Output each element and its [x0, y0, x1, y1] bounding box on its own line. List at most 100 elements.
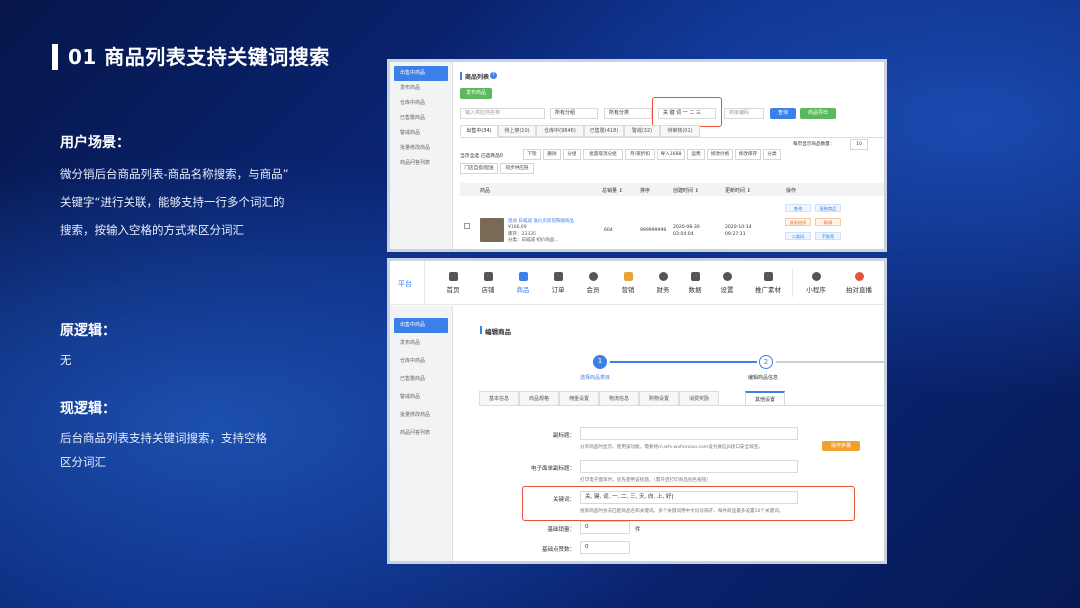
batch-ungroup-button[interactable]: 批量取消分组	[583, 149, 623, 160]
keyword-input[interactable]: 关, 键, 词, 一, 二, 三, 天, 向, 上, 好|	[580, 491, 798, 504]
edit-button[interactable]: 编辑	[815, 218, 841, 226]
sidebar-item-alert[interactable]: 警戒商品	[390, 126, 452, 141]
nav-members[interactable]: 会员	[578, 272, 608, 294]
col-updated[interactable]: 更新时间 ↕	[725, 187, 751, 194]
product-name-link[interactable]: 现动 日威减 低价买初现铁腿商品	[508, 218, 574, 224]
tab-commission[interactable]: 佣金设置	[559, 391, 599, 406]
sidebar-item-alert[interactable]: 警戒商品	[390, 390, 452, 405]
sidebar-item-publish[interactable]: 发布商品	[390, 81, 452, 96]
col-created[interactable]: 创建时间 ↕	[673, 187, 699, 194]
tab-alert[interactable]: 警戒(32)	[624, 125, 660, 137]
discount-button[interactable]: 月/夜折扣	[625, 149, 655, 160]
edit-stock-button[interactable]: 修改库存	[735, 149, 761, 160]
delist-button[interactable]: 下架	[523, 149, 541, 160]
publish-button[interactable]: 发布商品	[460, 88, 492, 99]
nav-products[interactable]: 商品	[508, 272, 538, 294]
tab-purchase[interactable]: 购物设置	[639, 391, 679, 406]
einvoice-input[interactable]	[580, 460, 798, 473]
tab-other-settings[interactable]: 其他设置	[745, 391, 785, 406]
row-checkbox[interactable]	[464, 223, 470, 229]
tab-warehouse[interactable]: 仓库中(9846)	[536, 125, 584, 137]
category-button[interactable]: 分类	[763, 149, 781, 160]
header-accent	[480, 326, 482, 334]
old-logic-section: 原逻辑： 无	[60, 320, 330, 372]
sidebar-item-qa[interactable]: 商品问答列表	[390, 156, 452, 171]
import-1688-button[interactable]: 导入1688	[657, 149, 685, 160]
tab-on-sale[interactable]: 出售中(34)	[460, 125, 498, 137]
sync-supply-button[interactable]: 同步供应链	[500, 163, 534, 174]
base-sales-input[interactable]: 0	[580, 521, 630, 534]
select-all-checkbox[interactable]: 当页全选 已选商品0	[460, 152, 503, 159]
sidebar-item-warehouse[interactable]: 仓库中商品	[390, 354, 452, 369]
nav-divider	[792, 269, 793, 297]
nav-orders[interactable]: 订单	[543, 272, 573, 294]
page-size-label: 每页显示商品数量：	[793, 142, 835, 147]
sidebar-item-batch-edit[interactable]: 批量修改商品	[390, 141, 452, 156]
share-icon	[763, 272, 773, 281]
order-icon	[553, 272, 563, 281]
sidebar-item-publish[interactable]: 发布商品	[390, 336, 452, 351]
sidebar-item-batch-edit[interactable]: 批量修改商品	[390, 408, 452, 423]
nav-label: 订单	[551, 286, 565, 294]
group-button[interactable]: 分组	[563, 149, 581, 160]
nav-promo[interactable]: 推广素材	[750, 272, 786, 294]
group-select[interactable]: 所有分组	[550, 108, 598, 119]
nav-live[interactable]: 拍对直播	[840, 272, 878, 294]
view-button[interactable]: 查询	[785, 204, 811, 212]
tab-spec[interactable]: 商品规格	[519, 391, 559, 406]
merchant-code-input[interactable]: 商家编码	[724, 108, 764, 119]
old-logic-text: 无	[60, 353, 72, 367]
sidebar-item-sold-out[interactable]: 已售罄商品	[390, 372, 452, 387]
new-logic-section: 现逻辑： 后台商品列表支持关键词搜索，支持空格 区分词汇	[60, 398, 330, 474]
keyword-search-input[interactable]: 关 键 词 一 二 三	[658, 108, 716, 119]
no-recommend-button[interactable]: 不推荐	[815, 232, 841, 240]
product-group: 分类：日威减 初价商品...	[508, 238, 559, 243]
category-select[interactable]: 所有分类	[604, 108, 652, 119]
scene-section: 用户场景： 微分销后台商品列表-商品名称搜索，与商品” 关键字“进行关联，能够支…	[60, 132, 330, 244]
einvoice-hint: 打印电子面单时，优先使用该标题。（需开启打印商品别名按钮）	[580, 478, 711, 483]
sidebar-item-on-sale[interactable]: 出售中商品	[394, 318, 448, 333]
supplier-search-input[interactable]: 输入供应商名称	[460, 108, 545, 119]
nav-shop[interactable]: 店铺	[473, 272, 503, 294]
tab-sold-out[interactable]: 已售罄(418)	[584, 125, 624, 137]
tab-review[interactable]: 待审核(01)	[660, 125, 700, 137]
steps-button[interactable]: 操作步骤	[822, 441, 860, 451]
export-button[interactable]: 商品导出	[800, 108, 836, 119]
help-icon[interactable]: ?	[490, 72, 497, 79]
subtitle-input[interactable]	[580, 427, 798, 440]
copy-link-button[interactable]: 复制链接	[785, 218, 811, 226]
gear-icon	[722, 272, 732, 281]
shipping-button[interactable]: 运费	[687, 149, 705, 160]
table-row: 现动 日威减 低价买初现铁腿商品 ¥166.69 库存：23335 分类：日威减…	[460, 198, 884, 249]
einvoice-label: 电子面单副标题：	[530, 466, 575, 472]
nav-marketing[interactable]: 营销	[613, 272, 643, 294]
product-price: ¥166.69	[508, 225, 527, 230]
page-size-select[interactable]: 10	[850, 139, 868, 150]
step-1-label: 选择商品类目	[580, 375, 611, 381]
nav-label: 拍对直播	[846, 286, 872, 294]
copy-product-button[interactable]: 复制商品	[815, 204, 841, 212]
nav-settings[interactable]: 设置	[712, 272, 742, 294]
query-button[interactable]: 查询	[770, 108, 796, 119]
delete-button[interactable]: 删除	[543, 149, 561, 160]
sidebar-item-qa[interactable]: 商品问答列表	[390, 426, 452, 441]
table-header: 商品 总销量 ↕ 排序 创建时间 ↕ 更新时间 ↕ 操作	[460, 183, 884, 196]
slide-title: 01 商品列表支持关键词搜索	[68, 45, 330, 69]
store-pickup-button[interactable]: 门店自提/配送	[460, 163, 498, 174]
tab-basic-info[interactable]: 基本信息	[479, 391, 519, 406]
edit-price-button[interactable]: 修改价格	[707, 149, 733, 160]
tab-reward[interactable]: 消费奖励	[679, 391, 719, 406]
nav-finance[interactable]: 财务	[648, 272, 678, 294]
base-likes-input[interactable]: 0	[580, 541, 630, 554]
tab-pending[interactable]: 待上架(10)	[498, 125, 536, 137]
nav-miniprogram[interactable]: 小程序	[799, 272, 833, 294]
sidebar-item-sold-out[interactable]: 已售罄商品	[390, 111, 452, 126]
nav-label: 小程序	[806, 286, 826, 294]
col-sales[interactable]: 总销量 ↕	[602, 187, 623, 194]
qrcode-button[interactable]: 二维码	[785, 232, 811, 240]
sidebar-item-on-sale[interactable]: 出售中商品	[394, 66, 448, 81]
nav-data[interactable]: 数据	[680, 272, 710, 294]
tab-logistics[interactable]: 物流信息	[599, 391, 639, 406]
sidebar-item-warehouse[interactable]: 仓库中商品	[390, 96, 452, 111]
nav-home[interactable]: 首页	[438, 272, 468, 294]
